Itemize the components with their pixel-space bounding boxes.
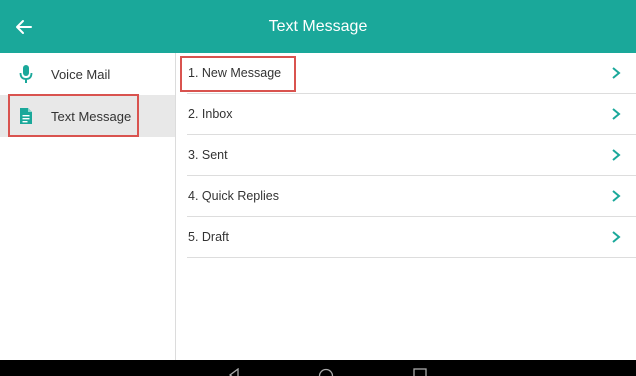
menu-item-label: 2. Inbox: [188, 107, 233, 121]
menu-item-sent[interactable]: 3. Sent: [187, 135, 636, 176]
arrow-left-icon: [16, 19, 32, 34]
chevron-right-icon: [602, 176, 630, 217]
microphone-icon: [16, 63, 36, 85]
chevron-right-icon: [602, 135, 630, 176]
menu-item-quick-replies[interactable]: 4. Quick Replies: [187, 176, 636, 217]
sidebar-item-text-message[interactable]: Text Message: [0, 95, 175, 137]
menu-item-label: 4. Quick Replies: [188, 189, 280, 203]
system-navigation-bar: [0, 360, 636, 376]
back-button[interactable]: [0, 0, 48, 53]
recents-square-icon[interactable]: [413, 368, 427, 376]
menu-item-label: 5. Draft: [188, 230, 229, 244]
title-bar: Text Message: [0, 0, 636, 53]
home-circle-icon[interactable]: [318, 368, 334, 376]
chevron-right-icon: [602, 94, 630, 135]
back-triangle-icon[interactable]: [228, 368, 240, 376]
chevron-right-icon: [602, 217, 630, 258]
menu-item-draft[interactable]: 5. Draft: [187, 217, 636, 258]
sidebar: Voice Mail Text Message: [0, 53, 176, 360]
menu-item-label: 1. New Message: [188, 66, 282, 80]
sidebar-item-label: Text Message: [51, 108, 132, 124]
sidebar-item-label: Voice Mail: [51, 66, 111, 82]
menu-item-label: 3. Sent: [188, 148, 228, 162]
page-title: Text Message: [268, 18, 368, 35]
sidebar-item-voice-mail[interactable]: Voice Mail: [0, 53, 175, 95]
menu-list: 1. New Message 2. Inbox 3. Sent 4. Quick…: [187, 53, 636, 360]
menu-item-new-message[interactable]: 1. New Message: [187, 53, 636, 94]
menu-item-inbox[interactable]: 2. Inbox: [187, 94, 636, 135]
chevron-right-icon: [602, 53, 630, 94]
document-icon: [16, 105, 36, 127]
